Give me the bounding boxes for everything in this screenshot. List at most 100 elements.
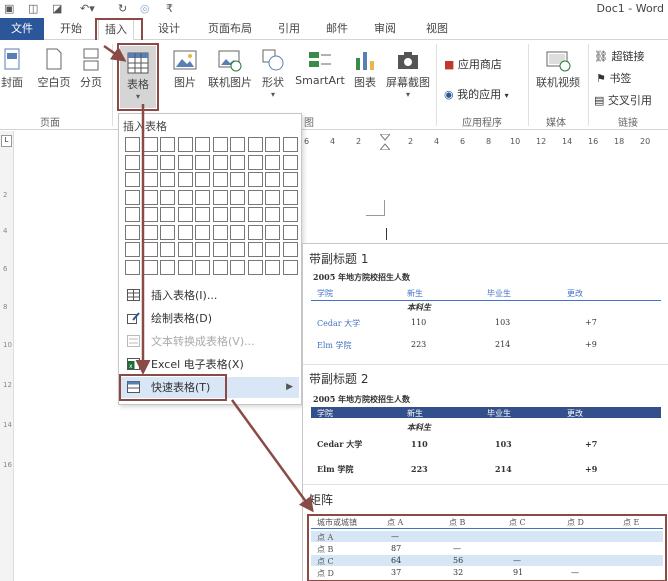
table-grid-cell[interactable]: [230, 172, 245, 187]
table-grid-cell[interactable]: [160, 224, 175, 240]
table-grid-cell[interactable]: [125, 207, 140, 222]
table-grid-cell[interactable]: [160, 172, 175, 187]
hyperlink-button[interactable]: ⛓ 超链接: [594, 48, 644, 64]
table-grid-cell[interactable]: [195, 259, 210, 275]
touch-mode-icon[interactable]: ◪: [52, 2, 62, 15]
chart-button[interactable]: 图表: [350, 48, 380, 90]
table-grid-cell[interactable]: [142, 224, 158, 240]
table-grid-cell[interactable]: [282, 207, 298, 222]
table-grid-cell[interactable]: [247, 154, 263, 170]
table-grid-cell[interactable]: [160, 259, 175, 275]
insert-table-menu-item[interactable]: 插入表格(I)...: [121, 285, 299, 306]
cross-reference-button[interactable]: ▤ 交叉引用: [594, 92, 652, 108]
table-grid-cell[interactable]: [282, 242, 298, 257]
table-grid-cell[interactable]: [142, 242, 158, 257]
table-grid-cell[interactable]: [160, 207, 175, 222]
table-grid-cell[interactable]: [247, 137, 263, 152]
circle-icon[interactable]: ◎: [140, 2, 150, 15]
table-grid-cell[interactable]: [282, 137, 298, 152]
table-grid-cell[interactable]: [247, 207, 263, 222]
online-video-button[interactable]: 联机视频: [532, 48, 584, 90]
table-grid-cell[interactable]: [282, 172, 298, 187]
tab-home[interactable]: 开始: [60, 18, 82, 40]
tab-layout[interactable]: 页面布局: [208, 18, 252, 40]
tab-selector[interactable]: L: [1, 135, 12, 147]
table-grid-cell[interactable]: [195, 154, 210, 170]
tab-mailings[interactable]: 邮件: [326, 18, 348, 40]
table-grid-cell[interactable]: [125, 172, 140, 187]
table-grid-cell[interactable]: [282, 259, 298, 275]
table-grid-cell[interactable]: [160, 189, 175, 205]
tab-file[interactable]: 文件: [0, 18, 44, 40]
table-grid-cell[interactable]: [247, 242, 263, 257]
table-grid-cell[interactable]: [125, 259, 140, 275]
table-grid-cell[interactable]: [125, 137, 140, 152]
shapes-button[interactable]: 形状 ▾: [258, 48, 288, 99]
pictures-button[interactable]: 图片: [170, 48, 200, 90]
table-grid-cell[interactable]: [265, 224, 280, 240]
table-grid-cell[interactable]: [177, 189, 193, 205]
page-break-button[interactable]: 分页: [78, 48, 104, 90]
table-grid-cell[interactable]: [230, 137, 245, 152]
table-grid-cell[interactable]: [160, 154, 175, 170]
customize-qa-icon[interactable]: ₹: [166, 2, 173, 15]
table-grid-cell[interactable]: [160, 242, 175, 257]
app-store-button[interactable]: ■ 应用商店: [444, 56, 502, 72]
table-grid-cell[interactable]: [265, 137, 280, 152]
redo-icon[interactable]: ↻: [118, 2, 127, 15]
tab-review[interactable]: 审阅: [374, 18, 396, 40]
table-grid-cell[interactable]: [212, 172, 228, 187]
convert-text-to-table-menu-item[interactable]: 文本转换成表格(V)...: [121, 331, 299, 352]
table-grid-cell[interactable]: [195, 137, 210, 152]
table-grid-cell[interactable]: [265, 154, 280, 170]
table-grid-cell[interactable]: [247, 259, 263, 275]
table-grid-cell[interactable]: [230, 224, 245, 240]
table-grid-cell[interactable]: [142, 259, 158, 275]
table-grid-cell[interactable]: [265, 259, 280, 275]
table-grid-cell[interactable]: [230, 154, 245, 170]
table-grid-cell[interactable]: [247, 224, 263, 240]
table-grid-cell[interactable]: [212, 154, 228, 170]
table-grid-cell[interactable]: [160, 137, 175, 152]
blank-page-button[interactable]: 空白页: [34, 48, 74, 90]
table-grid-cell[interactable]: [247, 172, 263, 187]
table-grid-cell[interactable]: [195, 189, 210, 205]
table-grid-cell[interactable]: [282, 224, 298, 240]
table-grid-cell[interactable]: [265, 242, 280, 257]
tab-references[interactable]: 引用: [278, 18, 300, 40]
table-grid-cell[interactable]: [230, 242, 245, 257]
table-grid-cell[interactable]: [195, 242, 210, 257]
table-grid-cell[interactable]: [125, 242, 140, 257]
table-grid-cell[interactable]: [195, 224, 210, 240]
table-grid-cell[interactable]: [212, 207, 228, 222]
table-grid-cell[interactable]: [142, 189, 158, 205]
table-grid-cell[interactable]: [212, 242, 228, 257]
table-grid-cell[interactable]: [247, 189, 263, 205]
table-grid-cell[interactable]: [282, 189, 298, 205]
table-grid-cell[interactable]: [177, 259, 193, 275]
table-grid-cell[interactable]: [177, 207, 193, 222]
table-grid-cell[interactable]: [265, 189, 280, 205]
table-grid-cell[interactable]: [282, 154, 298, 170]
table-grid-cell[interactable]: [230, 259, 245, 275]
table-grid-cell[interactable]: [177, 154, 193, 170]
table-grid-cell[interactable]: [195, 172, 210, 187]
table-grid-cell[interactable]: [230, 189, 245, 205]
table-grid-cell[interactable]: [142, 137, 158, 152]
table-grid-cell[interactable]: [125, 224, 140, 240]
table-grid-cell[interactable]: [212, 137, 228, 152]
table-grid-cell[interactable]: [212, 224, 228, 240]
print-preview-icon[interactable]: ◫: [28, 2, 38, 15]
table-grid-cell[interactable]: [125, 154, 140, 170]
table-grid-cell[interactable]: [265, 172, 280, 187]
table-grid-cell[interactable]: [265, 207, 280, 222]
save-icon[interactable]: ▣: [4, 2, 14, 15]
table-grid-cell[interactable]: [125, 189, 140, 205]
table-grid-cell[interactable]: [142, 154, 158, 170]
undo-icon[interactable]: ↶▾: [80, 2, 95, 15]
table-grid-cell[interactable]: [142, 172, 158, 187]
table-grid-cell[interactable]: [195, 207, 210, 222]
table-grid-cell[interactable]: [212, 259, 228, 275]
bookmark-button[interactable]: ⚑ 书签: [596, 70, 631, 86]
my-apps-button[interactable]: ◉ 我的应用 ▾: [444, 86, 509, 102]
